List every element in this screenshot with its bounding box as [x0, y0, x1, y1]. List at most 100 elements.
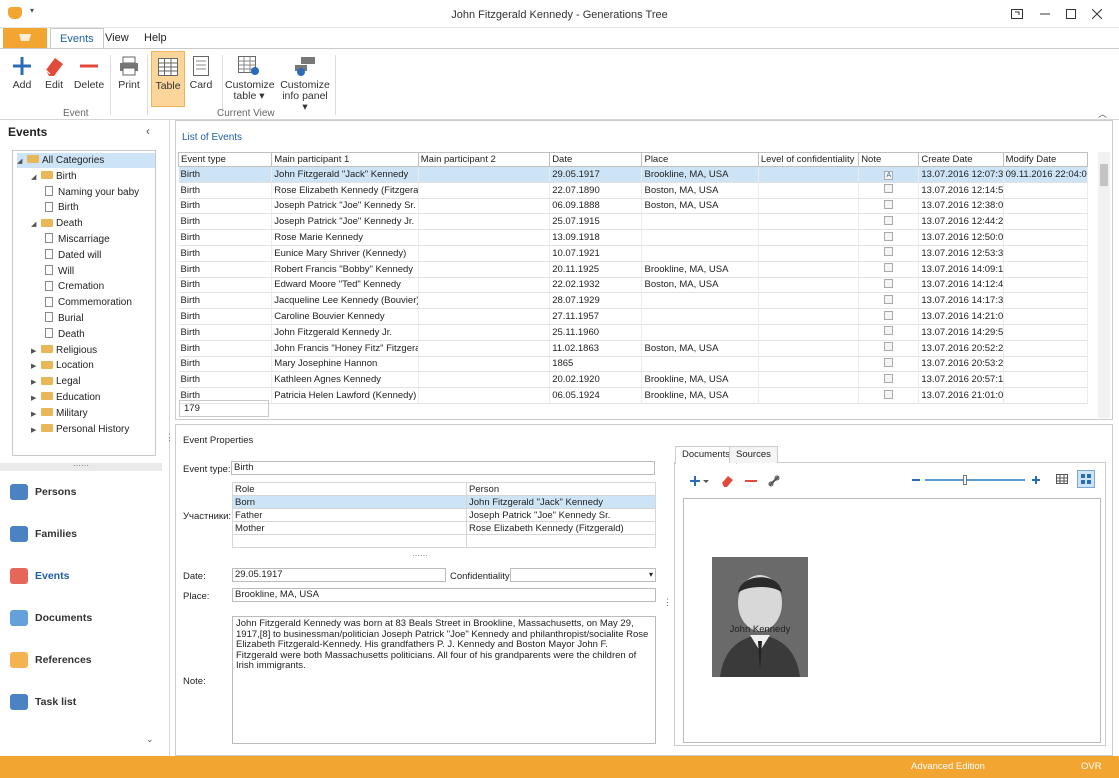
table-cell[interactable]: 13.07.2016 14:21:05: [918, 308, 1004, 325]
table-cell[interactable]: 06.09.1888: [549, 198, 643, 215]
table-cell[interactable]: Birth: [178, 229, 273, 246]
table-cell[interactable]: [418, 340, 551, 357]
table-row[interactable]: Birth Caroline Bouvier Kennedy 27.11.1957 1…: [178, 308, 1089, 325]
customize-info-panel-button[interactable]: Customize info panel ▾: [279, 51, 331, 113]
edit-document-icon[interactable]: [721, 475, 733, 487]
table-cell[interactable]: 13.07.2016 12:14:57: [918, 182, 1004, 199]
tree-node[interactable]: ▶ Education: [31, 390, 100, 405]
tree-node[interactable]: Commemoration: [45, 295, 132, 310]
table-cell[interactable]: Brookline, MA, USA: [641, 166, 759, 183]
table-cell[interactable]: John Fitzgerald "Jack" Kennedy: [271, 166, 419, 183]
add-button[interactable]: Add: [6, 51, 38, 107]
table-cell[interactable]: 13.07.2016 21:01:04: [918, 387, 1004, 404]
note-cell[interactable]: A: [858, 166, 920, 183]
table-cell[interactable]: [758, 324, 860, 341]
table-cell[interactable]: [418, 213, 551, 231]
collapse-arrow-icon[interactable]: ▶: [31, 423, 41, 438]
nav-item[interactable]: Task list: [8, 688, 76, 716]
collapse-arrow-icon[interactable]: ▶: [31, 359, 41, 374]
table-cell[interactable]: [418, 166, 551, 183]
thumbnail-view-button[interactable]: [1077, 470, 1095, 488]
note-cell[interactable]: [858, 229, 920, 246]
print-button[interactable]: Print: [114, 51, 144, 107]
delete-button[interactable]: Delete: [72, 51, 106, 107]
table-row[interactable]: Birth John Fitzgerald "Jack" Kennedy 29.05…: [178, 166, 1089, 183]
table-row[interactable]: Birth Patricia Helen Lawford (Kennedy) 06.…: [178, 387, 1089, 404]
table-cell[interactable]: [758, 182, 860, 199]
tab-view[interactable]: View: [96, 28, 138, 48]
column-header[interactable]: Event type: [177, 152, 273, 167]
date-field[interactable]: 29.05.1917: [232, 568, 446, 582]
table-cell[interactable]: [418, 245, 551, 262]
table-cell[interactable]: [1003, 229, 1089, 246]
empty-row[interactable]: [232, 534, 656, 548]
table-cell[interactable]: [758, 245, 860, 262]
table-cell[interactable]: 13.07.2016 14:09:12: [918, 261, 1004, 278]
event-type-field[interactable]: Birth: [231, 461, 655, 475]
close-button[interactable]: [1084, 3, 1110, 25]
table-cell[interactable]: 13.07.2016 12:53:31: [918, 245, 1004, 262]
table-cell[interactable]: [1003, 261, 1089, 278]
tree-node[interactable]: ▶ Personal History: [31, 422, 129, 437]
add-document-icon[interactable]: [689, 475, 709, 487]
zoom-slider[interactable]: [925, 475, 1025, 485]
role-cell[interactable]: Born: [232, 495, 467, 509]
maximize-button[interactable]: [1058, 3, 1084, 25]
table-cell[interactable]: Birth: [178, 308, 273, 325]
table-cell[interactable]: 06.05.1924: [549, 387, 643, 404]
table-cell[interactable]: 28.07.1929: [549, 292, 643, 310]
tree-node[interactable]: Will: [45, 264, 74, 279]
note-cell[interactable]: [858, 198, 920, 215]
collapse-ribbon-icon[interactable]: ︿: [1098, 107, 1107, 120]
table-cell[interactable]: 13.07.2016 20:57:14: [918, 371, 1004, 389]
table-row[interactable]: Birth John Francis "Honey Fitz" Fitzgeral…: [178, 340, 1089, 357]
table-row[interactable]: Birth Rose Elizabeth Kennedy (Fitzgerald)…: [178, 182, 1089, 199]
expand-arrow-icon[interactable]: ◢: [31, 170, 41, 185]
note-cell[interactable]: [858, 340, 920, 357]
tree-node[interactable]: Naming your baby: [45, 185, 139, 200]
table-cell[interactable]: [758, 356, 860, 373]
table-cell[interactable]: [758, 387, 860, 404]
tree-node[interactable]: ▶ Religious: [31, 343, 97, 358]
person-cell[interactable]: John Fitzgerald "Jack" Kennedy: [466, 495, 656, 509]
splitter-grip-icon[interactable]: ⋮: [165, 432, 174, 443]
portrait-photo[interactable]: [712, 557, 808, 677]
table-cell[interactable]: [1003, 340, 1089, 357]
table-cell[interactable]: [641, 213, 759, 231]
table-cell[interactable]: Robert Francis "Bobby" Kennedy: [271, 261, 419, 278]
table-cell[interactable]: [641, 229, 759, 246]
roles-column-header[interactable]: Person: [466, 482, 656, 496]
table-row[interactable]: Birth Rose Marie Kennedy 13.09.1918 13.07.2…: [178, 229, 1089, 246]
table-row[interactable]: Birth Edward Moore "Ted" Kennedy 22.02.193…: [178, 277, 1089, 294]
table-cell[interactable]: [641, 324, 759, 341]
note-cell[interactable]: [858, 324, 920, 341]
zoom-slider-thumb[interactable]: [963, 475, 967, 485]
table-cell[interactable]: 13.07.2016 12:38:04: [918, 198, 1004, 215]
table-cell[interactable]: 13.07.2016 12:44:20: [918, 213, 1004, 231]
table-cell[interactable]: Birth: [178, 292, 273, 310]
table-cell[interactable]: 20.11.1925: [549, 261, 643, 278]
table-cell[interactable]: [418, 371, 551, 389]
collapse-arrow-icon[interactable]: ▶: [31, 407, 41, 422]
note-field[interactable]: John Fitzgerald Kennedy was born at 83 B…: [232, 616, 656, 744]
role-cell[interactable]: Mother: [232, 521, 467, 535]
table-cell[interactable]: Kathleen Agnes Kennedy: [271, 371, 419, 389]
table-cell[interactable]: Rose Marie Kennedy: [271, 229, 419, 246]
table-row[interactable]: Birth Kathleen Agnes Kennedy 20.02.1920 Bro…: [178, 371, 1089, 389]
table-cell[interactable]: 27.11.1957: [549, 308, 643, 325]
table-cell[interactable]: [418, 292, 551, 310]
table-cell[interactable]: Birth: [178, 324, 273, 341]
remove-document-icon[interactable]: [745, 475, 757, 487]
table-cell[interactable]: 09.11.2016 22:04:09: [1003, 166, 1089, 183]
table-cell[interactable]: 25.07.1915: [549, 213, 643, 231]
table-cell[interactable]: [418, 198, 551, 215]
table-cell[interactable]: Eunice Mary Shriver (Kennedy): [271, 245, 419, 262]
table-cell[interactable]: 13.09.1918: [549, 229, 643, 246]
table-cell[interactable]: 20.02.1920: [549, 371, 643, 389]
tree-node[interactable]: ▶ Legal: [31, 374, 80, 389]
table-cell[interactable]: [758, 340, 860, 357]
table-cell[interactable]: 1865: [549, 356, 643, 373]
table-cell[interactable]: [758, 371, 860, 389]
minimize-button[interactable]: [1032, 3, 1058, 25]
grid-view-icon[interactable]: [1055, 472, 1069, 486]
